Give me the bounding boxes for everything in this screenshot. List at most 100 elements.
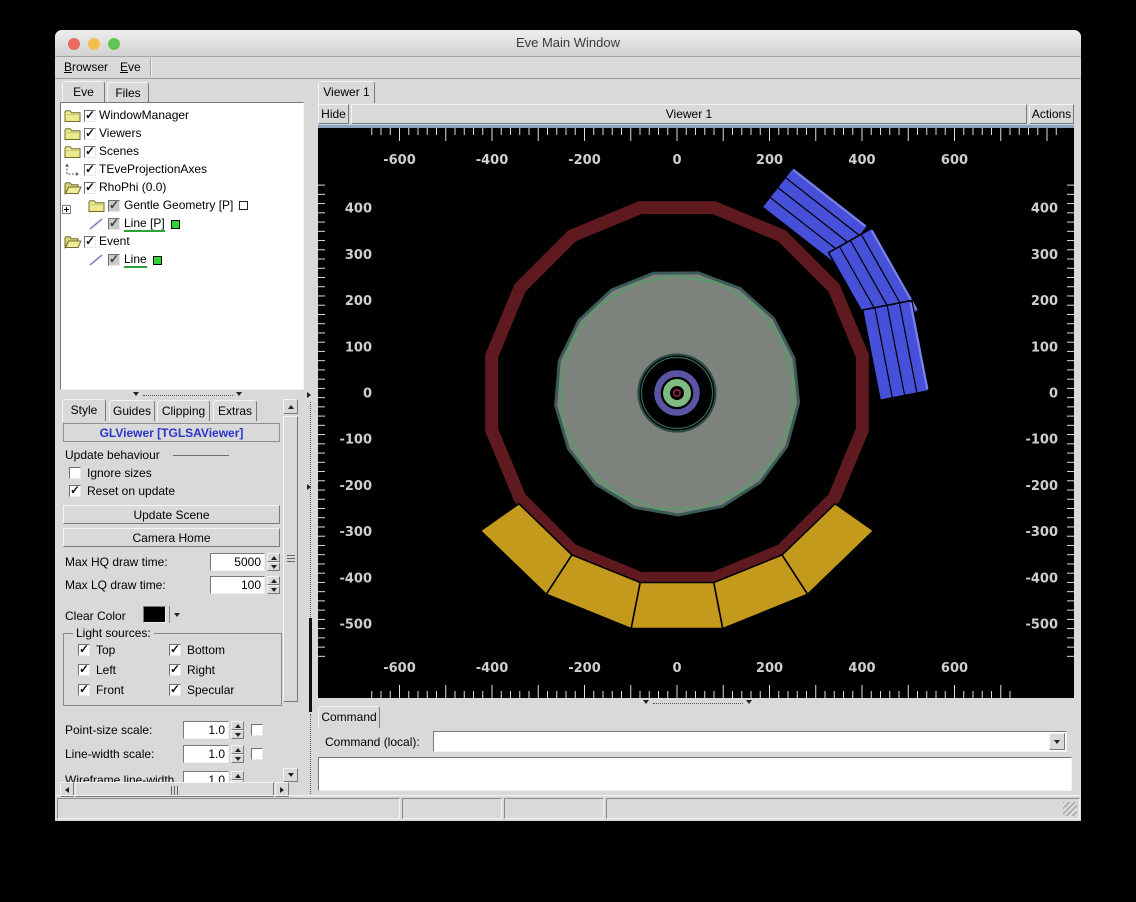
scroll-up-button[interactable] [283, 399, 298, 414]
camera-home-button[interactable]: Camera Home [63, 528, 280, 547]
tab-style[interactable]: Style [62, 399, 106, 421]
light-right-checkbox[interactable] [169, 662, 181, 676]
svg-text:-200: -200 [568, 661, 601, 676]
point-size-scale-entry[interactable]: 1.0 [183, 721, 229, 739]
splitter-bar[interactable] [309, 618, 312, 712]
max-hq-draw-time-spin-down[interactable] [267, 562, 280, 571]
splitter-arrow-icon [746, 700, 752, 704]
zoom-window-button[interactable] [108, 38, 120, 50]
point-size-scale-spin-down[interactable] [231, 730, 244, 739]
tree-item-scenes[interactable]: Scenes [61, 143, 301, 161]
tab-guides[interactable]: Guides [109, 400, 155, 421]
light-front-label: Front [96, 683, 125, 697]
max-lq-draw-time-spin-up[interactable] [267, 576, 280, 585]
tab-files[interactable]: Files [107, 82, 149, 103]
tree-item-color-box[interactable] [170, 219, 180, 229]
tree-item-checkbox[interactable] [84, 126, 96, 140]
tree-item-line[interactable]: Line [61, 251, 301, 269]
splitter-arrow-icon [236, 392, 242, 396]
point-size-scale-apply-checkbox[interactable] [251, 724, 263, 736]
tree-item-checkbox[interactable] [108, 216, 120, 230]
actions-button[interactable]: Actions [1029, 104, 1074, 124]
folder-icon [88, 200, 105, 212]
tab-clipping[interactable]: Clipping [157, 400, 210, 421]
vscrollbar-thumb[interactable] [283, 416, 298, 702]
line-width-scale-spin-down[interactable] [231, 754, 244, 763]
line-width-scale-spin-up[interactable] [231, 745, 244, 754]
ignore-sizes-checkbox[interactable] [69, 467, 81, 479]
tree-item-checkbox[interactable] [84, 162, 96, 176]
svg-text:400: 400 [848, 153, 875, 168]
light-specular-checkbox[interactable] [169, 682, 181, 696]
light-top-label: Top [96, 643, 116, 657]
hide-button[interactable]: Hide [318, 104, 349, 124]
max-hq-draw-time-label: Max HQ draw time: [65, 555, 168, 569]
tree-item-color-box[interactable] [239, 200, 249, 210]
clear-color-swatch[interactable] [143, 606, 166, 623]
group-rule [173, 455, 229, 456]
command-input[interactable] [433, 731, 1067, 752]
gl-viewer-canvas[interactable]: -600 -600 -400 -400 -200 -200 0 0 200 200 400 400 60… [318, 128, 1074, 698]
glviewer-name-button[interactable]: GLViewer [TGLSAViewer] [63, 423, 280, 442]
max-hq-draw-time-spin-up[interactable] [267, 553, 280, 562]
tree-item-gentle-geometry-p[interactable]: Gentle Geometry [P] [61, 197, 301, 215]
command-dropdown-button[interactable] [1049, 733, 1065, 750]
title-bar[interactable]: Eve Main Window [55, 30, 1081, 57]
max-lq-draw-time-entry[interactable]: 100 [210, 576, 265, 594]
max-hq-draw-time-entry[interactable]: 5000 [210, 553, 265, 571]
minimize-window-button[interactable] [88, 38, 100, 50]
open-folder-icon [64, 182, 82, 196]
viewer-command-splitter[interactable] [318, 699, 1074, 707]
eve-scene-tree[interactable]: WindowManager Viewers Scenes TEveProjection… [60, 102, 304, 390]
svg-text:-200: -200 [339, 479, 372, 494]
panel-vertical-splitter[interactable] [305, 390, 317, 797]
tree-item-viewers[interactable]: Viewers [61, 125, 301, 143]
light-top-checkbox[interactable] [78, 642, 90, 656]
clear-color-dropdown-button[interactable] [169, 606, 184, 623]
tree-item-checkbox[interactable] [84, 234, 96, 248]
rho-phi-projection: -600 -600 -400 -400 -200 -200 0 0 200 200 400 400 60… [318, 128, 1074, 698]
tab-extras[interactable]: Extras [213, 400, 257, 421]
tree-item-rhophi-0-0[interactable]: RhoPhi (0.0) [61, 179, 301, 197]
tree-item-label: WindowManager [99, 108, 190, 122]
splitter-arrow-icon [307, 484, 311, 490]
menu-browser[interactable]: Browser [57, 57, 115, 78]
light-bottom-checkbox[interactable] [169, 642, 181, 656]
menu-eve[interactable]: Eve [113, 57, 148, 78]
reset-on-update-label: Reset on update [87, 484, 176, 498]
tree-item-checkbox[interactable] [108, 252, 120, 266]
tree-item-label: Viewers [99, 126, 142, 140]
resize-grip[interactable] [1063, 802, 1077, 816]
tree-item-windowmanager[interactable]: WindowManager [61, 107, 301, 125]
update-scene-button[interactable]: Update Scene [63, 505, 280, 524]
tree-item-checkbox[interactable] [108, 198, 120, 212]
scroll-down-button[interactable] [283, 768, 298, 782]
tab-command[interactable]: Command [318, 706, 380, 728]
wireframe-line-width-entry[interactable]: 1.0 [183, 771, 229, 782]
tree-item-checkbox[interactable] [84, 180, 96, 194]
line-width-scale-entry[interactable]: 1.0 [183, 745, 229, 763]
tree-item-event[interactable]: Event [61, 233, 301, 251]
reset-on-update-checkbox[interactable] [69, 483, 81, 497]
point-size-scale-label: Point-size scale: [65, 723, 153, 737]
style-panel-vscrollbar[interactable] [283, 399, 298, 782]
close-window-button[interactable] [68, 38, 80, 50]
viewer-title-bar[interactable]: Viewer 1 [351, 104, 1027, 124]
line-width-scale-apply-checkbox[interactable] [251, 748, 263, 760]
svg-text:300: 300 [1031, 248, 1058, 263]
tree-style-splitter[interactable] [60, 390, 304, 399]
tab-viewer-1[interactable]: Viewer 1 [318, 81, 375, 103]
tree-item-checkbox[interactable] [84, 144, 96, 158]
tab-eve[interactable]: Eve [62, 81, 105, 103]
point-size-scale-spin-up[interactable] [231, 721, 244, 730]
tree-item-checkbox[interactable] [84, 108, 96, 122]
max-lq-draw-time-spin-down[interactable] [267, 585, 280, 594]
command-output-box[interactable] [318, 757, 1072, 791]
tree-item-color-box[interactable] [152, 255, 162, 265]
tree-item-line-p[interactable]: Line [P] [61, 215, 301, 233]
light-left-checkbox[interactable] [78, 662, 90, 676]
svg-text:-300: -300 [1025, 525, 1058, 540]
light-front-checkbox[interactable] [78, 682, 90, 696]
wireframe-line-width-spin-up[interactable] [231, 771, 244, 780]
tree-item-teveprojectionaxes[interactable]: TEveProjectionAxes [61, 161, 301, 179]
